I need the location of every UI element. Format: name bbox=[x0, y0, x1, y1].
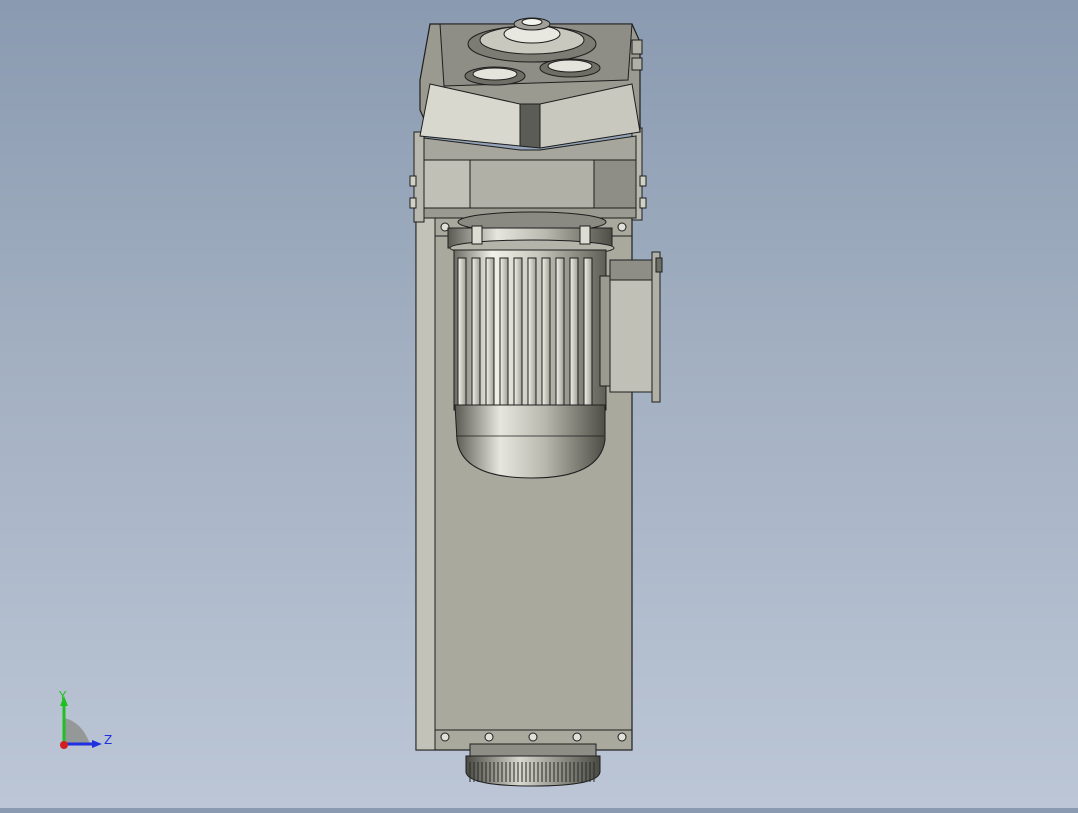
output-gear[interactable] bbox=[465, 743, 601, 787]
x-axis-dot bbox=[60, 741, 68, 749]
motor-body[interactable] bbox=[453, 249, 607, 411]
motor-end-cap[interactable] bbox=[454, 404, 606, 479]
model-canvas[interactable]: Y Z bbox=[0, 0, 1078, 808]
cad-viewport[interactable]: Y Z bbox=[0, 0, 1078, 808]
z-axis-arrowhead bbox=[92, 740, 102, 748]
view-triad: Y Z bbox=[58, 689, 112, 749]
motor-adapter[interactable] bbox=[447, 211, 615, 257]
z-axis-label: Z bbox=[104, 733, 112, 747]
oil-port-left[interactable] bbox=[464, 66, 526, 86]
y-axis-label: Y bbox=[58, 689, 67, 703]
oil-port-right[interactable] bbox=[539, 58, 601, 78]
triad-plane-icon bbox=[64, 718, 90, 744]
